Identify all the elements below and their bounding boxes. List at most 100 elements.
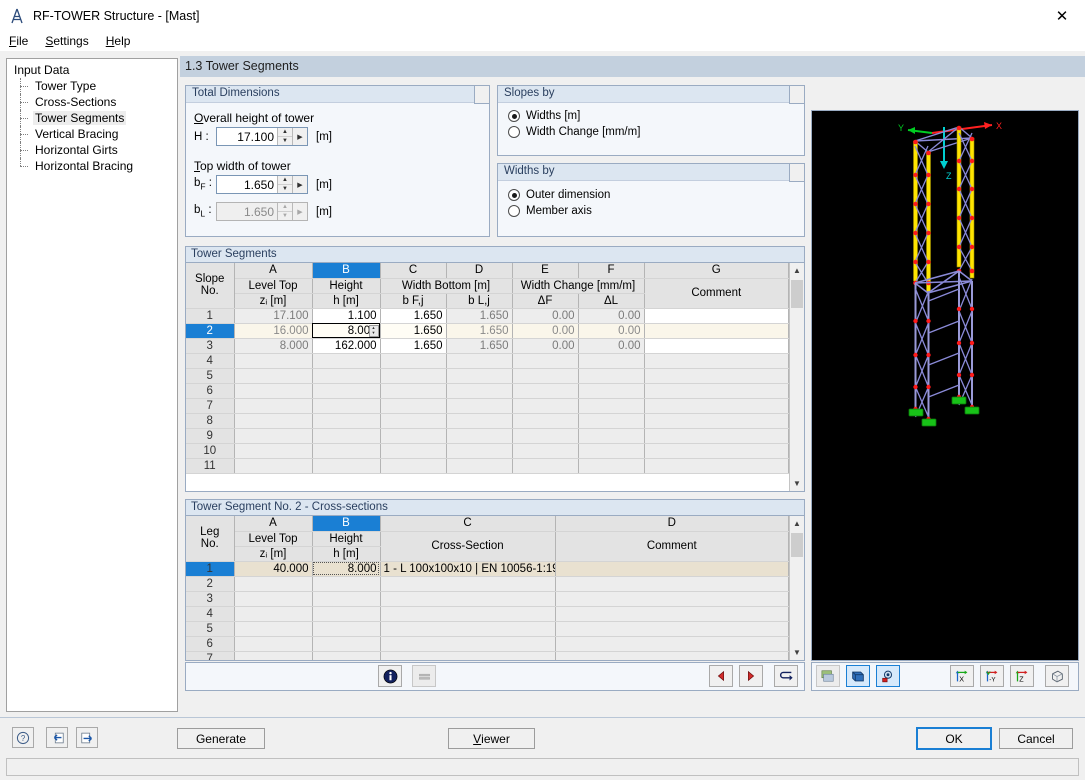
cell-empty[interactable] [234, 591, 313, 607]
cell-empty[interactable] [446, 368, 513, 384]
cell-empty[interactable] [380, 383, 447, 399]
cell-empty[interactable] [578, 413, 645, 429]
cell-comment[interactable] [644, 323, 789, 339]
cell-empty[interactable] [446, 413, 513, 429]
table-row[interactable]: 11 [186, 458, 789, 474]
cell-empty[interactable] [555, 636, 789, 652]
cell-level-top[interactable]: 8.000 [234, 338, 313, 354]
cell-empty[interactable] [380, 353, 447, 369]
cell-empty[interactable] [234, 368, 313, 384]
cell-empty[interactable] [555, 621, 789, 637]
cell-empty[interactable] [312, 368, 381, 384]
cell-empty[interactable] [380, 443, 447, 459]
cell-empty[interactable] [446, 383, 513, 399]
col-letter-b[interactable]: B [312, 263, 381, 279]
row-number[interactable]: 1 [186, 308, 235, 324]
ok-button[interactable]: OK [916, 727, 992, 750]
pick-from-model-button[interactable] [774, 665, 798, 687]
cell-empty[interactable] [512, 428, 579, 444]
cell-empty[interactable] [312, 383, 381, 399]
cell-empty[interactable] [380, 428, 447, 444]
row-number[interactable]: 6 [186, 383, 235, 399]
cell-empty[interactable] [234, 353, 313, 369]
cell-empty[interactable] [380, 591, 556, 607]
row-number[interactable]: 5 [186, 621, 235, 637]
row-number[interactable]: 3 [186, 591, 235, 607]
cell-empty[interactable] [512, 458, 579, 474]
cell-empty[interactable] [380, 368, 447, 384]
model-viewer[interactable]: X Y Z [811, 110, 1079, 661]
bf-dropdown-icon[interactable]: ▶ [292, 176, 307, 193]
tower-segments-grid[interactable]: Slope No. A B C D E F G Level Top Height… [186, 263, 789, 474]
row-number[interactable]: 6 [186, 636, 235, 652]
cell-empty[interactable] [578, 368, 645, 384]
cell-empty[interactable] [644, 443, 789, 459]
cell-level-top[interactable]: 16.000 [234, 323, 313, 339]
cell-empty[interactable] [234, 621, 313, 637]
cell-cross-section[interactable]: 1 - L 100x100x10 | EN 10056-1:19 [380, 561, 556, 577]
cell-empty[interactable] [644, 368, 789, 384]
sidebar-item-horizontal-bracing[interactable]: Horizontal Bracing [11, 158, 177, 174]
sidebar-item-tower-segments[interactable]: Tower Segments [11, 110, 177, 126]
cell-level-top[interactable]: 40.000 [234, 561, 313, 577]
cell-width-bottom-l[interactable]: 1.650 [446, 323, 513, 339]
cell-empty[interactable] [578, 428, 645, 444]
cell-empty[interactable] [578, 398, 645, 414]
cell-empty[interactable] [512, 383, 579, 399]
radio-widths-member-axis[interactable]: Member axis [508, 205, 796, 217]
overall-height-spinner[interactable]: ▲ ▼ [277, 128, 292, 145]
menu-settings[interactable]: Settings [45, 33, 97, 49]
radio-slopes-width-change[interactable]: Width Change [mm/m] [508, 126, 796, 138]
cell-empty[interactable] [446, 443, 513, 459]
cell-empty[interactable] [644, 413, 789, 429]
cell-width-bottom-f[interactable]: 1.650 [380, 308, 447, 324]
cell-empty[interactable] [555, 606, 789, 622]
cell-empty[interactable] [234, 606, 313, 622]
cell-empty[interactable] [234, 383, 313, 399]
cell-spinner-icon[interactable]: ▲ ▼ [368, 324, 379, 337]
cell-empty[interactable] [446, 398, 513, 414]
tree-root-input-data[interactable]: Input Data [11, 63, 177, 78]
cell-width-bottom-f[interactable]: 1.650 [380, 323, 447, 339]
bf-input[interactable] [217, 176, 277, 193]
cell-empty[interactable] [512, 413, 579, 429]
cross-sections-scrollbar[interactable]: ▲ ▼ [789, 516, 804, 660]
cell-empty[interactable] [234, 458, 313, 474]
cell-empty[interactable] [446, 458, 513, 474]
cell-height[interactable]: 1.100 [312, 308, 381, 324]
cell-empty[interactable] [234, 576, 313, 592]
cell-empty[interactable] [380, 458, 447, 474]
overall-height-field[interactable]: ▲▼ ▶ [216, 127, 308, 146]
export-button[interactable] [76, 727, 98, 748]
overall-height-input[interactable] [217, 128, 277, 145]
view-z-button[interactable]: Z [1010, 665, 1034, 687]
isometric-view-button[interactable] [1045, 665, 1069, 687]
spin-down-icon[interactable]: ▼ [278, 137, 292, 145]
col-letter-b[interactable]: B [312, 516, 381, 532]
table-row[interactable]: 4 [186, 353, 789, 369]
row-number[interactable]: 7 [186, 651, 235, 660]
view-x-button[interactable]: X [950, 665, 974, 687]
row-number[interactable]: 2 [186, 576, 235, 592]
col-letter-f[interactable]: F [578, 263, 645, 279]
scroll-down-icon[interactable]: ▼ [790, 645, 804, 660]
cell-width-change-l[interactable]: 0.00 [578, 323, 645, 339]
col-letter-c[interactable]: C [380, 263, 447, 279]
cell-empty[interactable] [512, 368, 579, 384]
row-number[interactable]: 2 [186, 323, 235, 339]
scroll-down-icon[interactable]: ▼ [790, 476, 804, 491]
table-row[interactable]: 2 16.000 8.000 ▲ ▼ 1.650 1.650 0.00 0.00 [186, 323, 789, 339]
table-row[interactable]: 5 [186, 368, 789, 384]
next-button[interactable] [739, 665, 763, 687]
cell-empty[interactable] [644, 353, 789, 369]
cell-empty[interactable] [380, 413, 447, 429]
cell-empty[interactable] [380, 398, 447, 414]
scroll-up-icon[interactable]: ▲ [790, 263, 804, 278]
cell-width-change-f[interactable]: 0.00 [512, 323, 579, 339]
menu-help[interactable]: Help [106, 33, 140, 49]
cell-empty[interactable] [312, 636, 381, 652]
cell-empty[interactable] [312, 591, 381, 607]
cell-empty[interactable] [234, 443, 313, 459]
radio-slopes-widths[interactable]: Widths [m] [508, 110, 796, 122]
cell-empty[interactable] [312, 576, 381, 592]
